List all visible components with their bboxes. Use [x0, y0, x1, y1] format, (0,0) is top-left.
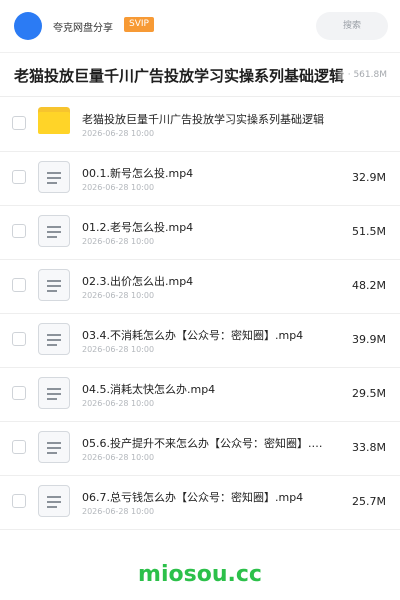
select-checkbox[interactable] [12, 332, 26, 346]
search-input[interactable]: 搜索 [316, 12, 388, 40]
document-icon [38, 323, 70, 355]
document-icon [38, 161, 70, 193]
file-size: 25.7M [352, 495, 386, 508]
list-item[interactable]: 04.5.消耗太快怎么办.mp4 2026-06-28 10:00 29.5M [0, 368, 400, 422]
file-size: 51.5M [352, 225, 386, 238]
file-name: 00.1.新号怎么投.mp4 [82, 167, 194, 180]
file-date: 2026-06-28 10:00 [82, 507, 155, 516]
list-item[interactable]: 01.2.老号怎么投.mp4 2026-06-28 10:00 51.5M [0, 206, 400, 260]
file-date: 2026-06-28 10:00 [82, 129, 155, 138]
file-size: 33.8M [352, 441, 386, 454]
document-icon [38, 485, 70, 517]
file-date: 2026-06-28 10:00 [82, 399, 155, 408]
file-name: 04.5.消耗太快怎么办.mp4 [82, 383, 216, 396]
document-icon [38, 431, 70, 463]
list-item[interactable]: 00.1.新号怎么投.mp4 2026-06-28 10:00 32.9M [0, 152, 400, 206]
select-checkbox[interactable] [12, 440, 26, 454]
select-checkbox[interactable] [12, 170, 26, 184]
list-item[interactable]: 03.4.不消耗怎么办【公众号：密知圈】.mp4 2026-06-28 10:0… [0, 314, 400, 368]
list-item[interactable]: 05.6.投产提升不来怎么办【公众号：密知圈】.m… 2026-06-28 10… [0, 422, 400, 476]
file-size: 39.9M [352, 333, 386, 346]
share-owner-name: 夸克网盘分享 [53, 23, 113, 34]
file-name: 05.6.投产提升不来怎么办【公众号：密知圈】.m… [82, 437, 330, 450]
watermark: miosou.cc [138, 562, 262, 587]
select-checkbox[interactable] [12, 224, 26, 238]
file-size: 48.2M [352, 279, 386, 292]
avatar[interactable] [14, 12, 42, 40]
list-item[interactable]: 老猫投放巨量千川广告投放学习实操系列基础逻辑 2026-06-28 10:00 [0, 98, 400, 152]
file-name: 02.3.出价怎么出.mp4 [82, 275, 194, 288]
file-date: 2026-06-28 10:00 [82, 345, 155, 354]
file-name: 03.4.不消耗怎么办【公众号：密知圈】.mp4 [82, 329, 304, 342]
file-name: 01.2.老号怎么投.mp4 [82, 221, 194, 234]
folder-icon [38, 107, 70, 139]
top-bar: 夸克网盘分享 SVIP 搜索 [0, 0, 400, 52]
document-icon [38, 215, 70, 247]
document-icon [38, 377, 70, 409]
file-list: 老猫投放巨量千川广告投放学习实操系列基础逻辑 2026-06-28 10:00 … [0, 98, 400, 530]
svip-badge: SVIP [124, 17, 154, 32]
select-checkbox[interactable] [12, 386, 26, 400]
file-name: 老猫投放巨量千川广告投放学习实操系列基础逻辑 [82, 113, 324, 126]
file-size: 29.5M [352, 387, 386, 400]
page-title: 老猫投放巨量千川广告投放学习实操系列基础逻辑 [14, 67, 345, 85]
select-checkbox[interactable] [12, 494, 26, 508]
folder-header: 老猫投放巨量千川广告投放学习实操系列基础逻辑 · 561.8M [0, 52, 400, 97]
file-date: 2026-06-28 10:00 [82, 183, 155, 192]
list-item[interactable]: 06.7.总亏钱怎么办【公众号：密知圈】.mp4 2026-06-28 10:0… [0, 476, 400, 530]
document-icon [38, 269, 70, 301]
file-date: 2026-06-28 10:00 [82, 237, 155, 246]
file-date: 2026-06-28 10:00 [82, 291, 155, 300]
file-date: 2026-06-28 10:00 [82, 453, 155, 462]
file-size: 32.9M [352, 171, 386, 184]
select-checkbox[interactable] [12, 278, 26, 292]
file-name: 06.7.总亏钱怎么办【公众号：密知圈】.mp4 [82, 491, 304, 504]
select-checkbox[interactable] [12, 116, 26, 130]
folder-size: · 561.8M [335, 70, 387, 80]
list-item[interactable]: 02.3.出价怎么出.mp4 2026-06-28 10:00 48.2M [0, 260, 400, 314]
